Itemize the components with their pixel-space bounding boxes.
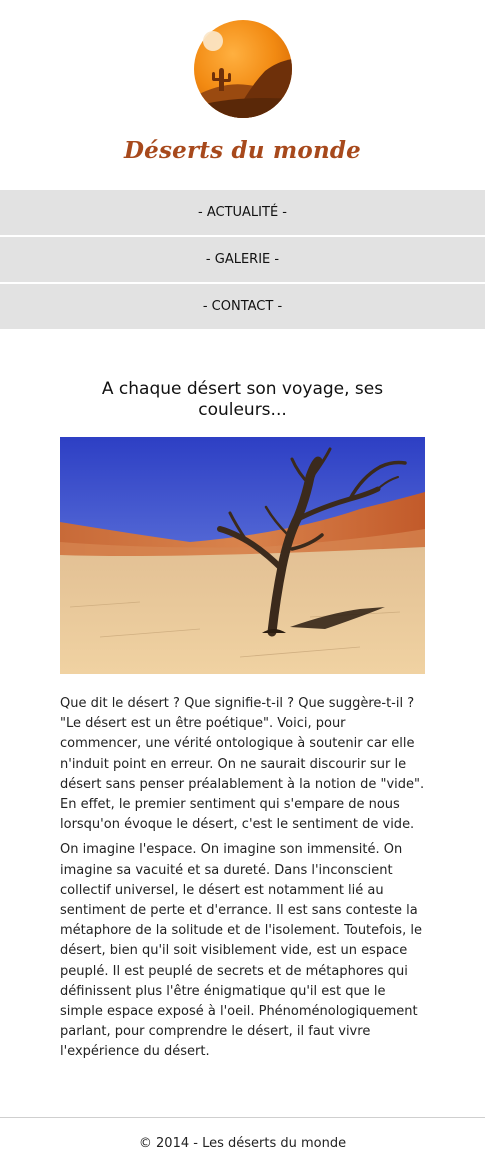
site-header: Déserts du monde	[0, 0, 485, 190]
article-body: Que dit le désert ? Que signifie-t-il ? …	[60, 694, 428, 1068]
main-navigation: - ACTUALITÉ - - GALERIE - - CONTACT -	[0, 190, 485, 331]
article-paragraph: Que dit le désert ? Que signifie-t-il ? …	[60, 696, 425, 833]
footer-divider	[0, 1117, 485, 1118]
nav-item-galerie[interactable]: - GALERIE -	[0, 237, 485, 284]
nav-item-contact[interactable]: - CONTACT -	[0, 284, 485, 331]
article-paragraph: On imagine l'espace. On imagine son imme…	[60, 842, 422, 1060]
desert-tree-image	[60, 437, 425, 674]
site-footer: © 2014 - Les déserts du monde	[138, 1136, 347, 1151]
nav-item-actualite[interactable]: - ACTUALITÉ -	[0, 190, 485, 237]
site-logo-icon[interactable]	[193, 19, 293, 119]
site-title: Déserts du monde	[124, 137, 361, 164]
article-heading: A chaque désert son voyage, ses couleurs…	[101, 379, 384, 420]
